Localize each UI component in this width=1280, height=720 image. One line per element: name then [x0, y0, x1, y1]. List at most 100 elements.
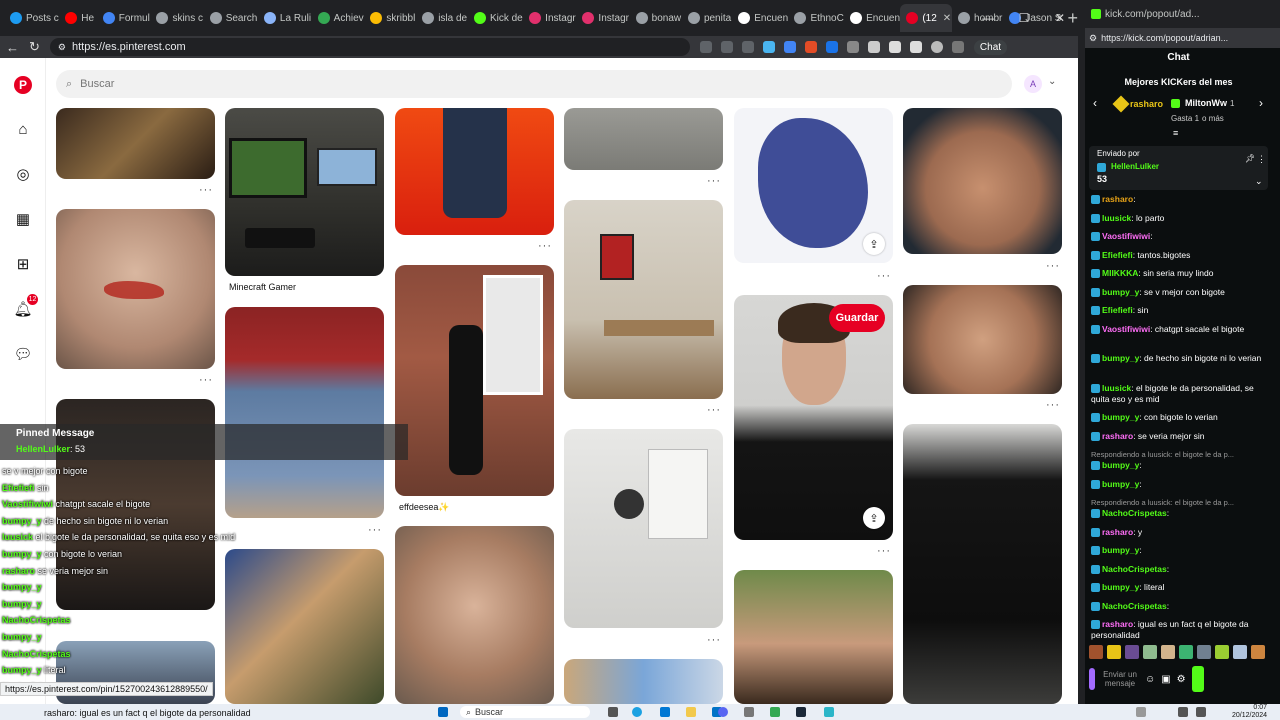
browser-tab[interactable]: penita [682, 4, 732, 32]
chat-button[interactable]: Chat [973, 39, 1008, 55]
pinterest-logo-icon[interactable]: P [14, 76, 32, 94]
messages-icon[interactable]: 💬︎ [13, 345, 32, 363]
explore-icon[interactable]: ◎ [14, 165, 32, 183]
chevron-down-icon[interactable]: ⌄ [1255, 176, 1263, 187]
emote-icon[interactable] [1143, 645, 1157, 659]
chat-username[interactable]: NachoCrispetas [1102, 564, 1167, 574]
extension-icon[interactable] [846, 41, 859, 53]
pin-image[interactable] [903, 424, 1062, 704]
chat-message[interactable]: bumpy_y: [1091, 479, 1269, 490]
chat-username[interactable]: Vaostifiwiwi [1102, 231, 1150, 241]
chat-message[interactable]: rasharo: [1091, 194, 1269, 205]
pin-image[interactable] [564, 108, 723, 170]
pin-image[interactable] [395, 526, 554, 704]
maximize-icon[interactable]: ☐ [1006, 11, 1042, 25]
chat-message[interactable]: rasharo: y [1091, 527, 1269, 538]
site-info-icon[interactable]: ⚙ [58, 42, 66, 53]
volume-icon[interactable] [1196, 707, 1206, 717]
browser-tab[interactable]: bonaw [630, 4, 682, 32]
chat-url-bar[interactable]: ⚙ https://kick.com/popout/adrian... [1085, 28, 1280, 48]
chat-username[interactable]: bumpy_y [1102, 479, 1139, 489]
settings-icon[interactable]: ⚙ [1177, 674, 1186, 685]
emote-icon[interactable] [1161, 645, 1175, 659]
pin-more-icon[interactable]: ··· [877, 270, 891, 282]
menu-icon[interactable] [951, 41, 964, 53]
minimize-icon[interactable]: — [970, 11, 1006, 25]
chevron-left-icon[interactable]: ‹ [1093, 96, 1097, 110]
browser-tab[interactable]: Achiev [312, 4, 365, 32]
pin-image[interactable] [903, 108, 1062, 254]
extension-icon[interactable] [762, 41, 775, 53]
browser-tab[interactable]: Formul [97, 4, 151, 32]
more-options-icon[interactable]: ⋮ [1257, 154, 1266, 165]
avatar[interactable]: A [1024, 75, 1042, 93]
pin-image[interactable] [225, 108, 384, 276]
chat-message[interactable]: MIIKKKA: sin seria muy lindo [1091, 268, 1269, 279]
chat-message[interactable]: NachoCrispetas: [1091, 601, 1269, 612]
site-info-icon[interactable]: ⚙ [1089, 33, 1097, 44]
tab-close-icon[interactable]: ✕ [943, 13, 951, 24]
chat-username[interactable]: rasharo [1102, 527, 1133, 537]
browser-tab[interactable]: Instagr [576, 4, 629, 32]
chat-message[interactable]: rasharo: se veria mejor sin [1091, 431, 1269, 442]
pin-icon[interactable]: 📌︎ [1245, 154, 1255, 163]
pin-more-icon[interactable]: ··· [707, 634, 721, 646]
notifications-icon[interactable]: 🔔︎ 12 [13, 294, 38, 318]
pin-more-icon[interactable]: ··· [707, 175, 721, 187]
emote-icon[interactable] [1107, 645, 1121, 659]
url-field[interactable]: ⚙ https://es.pinterest.com [49, 38, 690, 56]
chat-username[interactable]: bumpy_y [1102, 412, 1139, 422]
browser-tab[interactable]: Instagr [523, 4, 576, 32]
chat-username[interactable]: rasharo [1102, 194, 1133, 204]
chat-username[interactable]: bumpy_y [1102, 460, 1139, 470]
chat-username[interactable]: bumpy_y [1102, 582, 1139, 592]
bookmark-star-icon[interactable] [741, 41, 754, 53]
chat-message[interactable]: Efiefiefi: sin [1091, 305, 1269, 316]
chat-message[interactable]: bumpy_y: literal [1091, 582, 1269, 593]
pin-image[interactable] [56, 209, 215, 369]
app-icon[interactable] [744, 707, 754, 717]
chat-username[interactable]: rasharo [1102, 431, 1133, 441]
pin-image[interactable] [564, 429, 723, 628]
share-icon[interactable]: ⇪ [863, 233, 885, 255]
chat-username[interactable]: luusick [1102, 213, 1131, 223]
browser-tab[interactable]: He [59, 4, 97, 32]
chat-username[interactable]: Efiefiefi [1102, 305, 1133, 315]
pin-more-icon[interactable]: ··· [1046, 260, 1060, 272]
app-icon[interactable] [770, 707, 780, 717]
emote-icon[interactable] [1251, 645, 1265, 659]
chat-input[interactable]: Enviar un mensaje [1101, 670, 1139, 688]
pin-image[interactable] [56, 108, 215, 179]
chat-message[interactable]: NachoCrispetas: [1091, 564, 1269, 575]
emote-picker-icon[interactable]: ☺ [1145, 674, 1155, 685]
wifi-icon[interactable] [1178, 707, 1188, 717]
pin-more-icon[interactable]: ··· [199, 374, 213, 386]
pin-image[interactable] [564, 659, 723, 704]
chat-username[interactable]: NachoCrispetas [1102, 508, 1167, 518]
chat-username[interactable]: NachoCrispetas [1102, 601, 1167, 611]
extension-icon[interactable] [699, 41, 712, 53]
taskbar-search[interactable]: ⌕ Buscar [460, 706, 590, 718]
chat-message[interactable]: bumpy_y: de hecho sin bigote ni lo veria… [1091, 353, 1269, 364]
chevron-right-icon[interactable]: › [1259, 96, 1263, 110]
share-icon[interactable]: ⇪ [863, 507, 885, 529]
chat-message[interactable]: Respondiendo a luusick: el bigote le da … [1091, 497, 1269, 519]
close-icon[interactable]: ✕ [1042, 11, 1078, 25]
reload-icon[interactable]: ↻ [29, 39, 40, 55]
chat-username[interactable]: bumpy_y [1102, 545, 1139, 555]
boards-icon[interactable]: ▦ [14, 210, 32, 228]
chat-username[interactable]: bumpy_y [1102, 287, 1139, 297]
pinterest-search-bar[interactable]: ⌕ Buscar [56, 70, 1012, 98]
chevron-down-icon[interactable]: ⌄ [1048, 76, 1056, 87]
profile-icon[interactable] [930, 41, 943, 53]
chat-username[interactable]: rasharo [1102, 619, 1133, 629]
explorer-icon[interactable] [686, 707, 696, 717]
home-icon[interactable]: ⌂ [14, 120, 32, 138]
start-icon[interactable] [438, 707, 448, 717]
emote-icon[interactable] [1233, 645, 1247, 659]
chat-username[interactable]: MIIKKKA [1102, 268, 1138, 278]
pin-more-icon[interactable]: ··· [538, 240, 552, 252]
chat-message[interactable]: Respondiendo a luusick: el bigote le da … [1091, 449, 1269, 471]
steam-icon[interactable] [796, 707, 806, 717]
collapse-icon[interactable]: ≡ [1173, 128, 1178, 138]
